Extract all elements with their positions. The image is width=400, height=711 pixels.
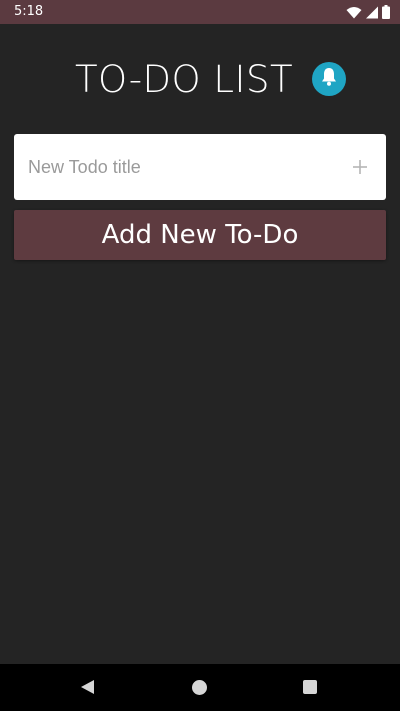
new-todo-field (14, 134, 386, 200)
home-icon[interactable] (192, 680, 207, 695)
bell-icon (320, 67, 338, 92)
back-icon[interactable] (80, 679, 95, 700)
cellular-signal-icon (366, 6, 378, 19)
system-navigation-bar (0, 664, 400, 711)
notification-button[interactable] (312, 62, 346, 96)
plus-icon[interactable] (348, 155, 372, 179)
recents-icon[interactable] (303, 680, 317, 694)
app-screen: 5:18 TO-DO LIST New Todo title Add New T… (0, 0, 400, 711)
add-new-todo-button[interactable]: Add New To-Do (14, 210, 386, 260)
new-todo-title-input[interactable] (14, 134, 334, 200)
wifi-icon (346, 6, 362, 19)
status-time: 5:18 (14, 4, 44, 19)
status-icons (346, 4, 390, 20)
status-bar: 5:18 (0, 0, 400, 24)
battery-icon (382, 5, 390, 19)
